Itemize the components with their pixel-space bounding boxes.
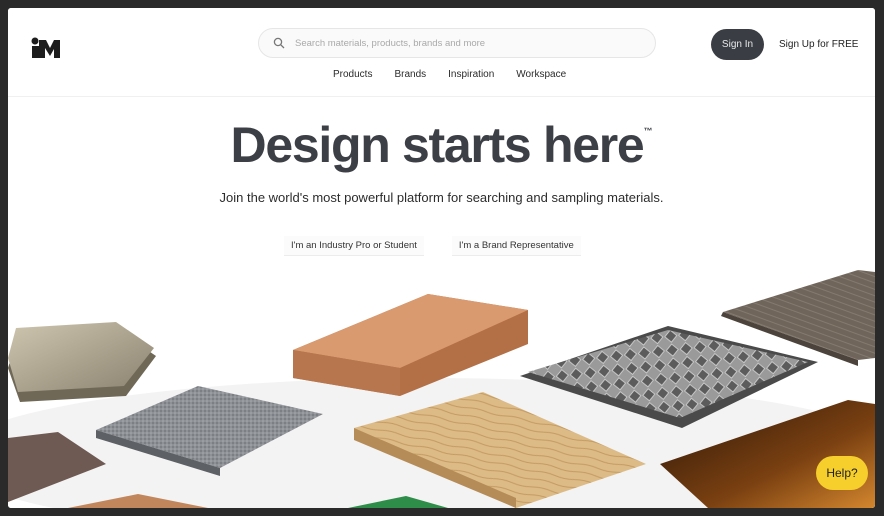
sign-in-button[interactable]: Sign In (711, 29, 764, 60)
nav-brands[interactable]: Brands (394, 69, 426, 80)
hero-subtitle: Join the world's most powerful platform … (219, 190, 664, 205)
sign-up-link[interactable]: Sign Up for FREE (779, 39, 858, 50)
brand-rep-button[interactable]: I'm a Brand Representative (451, 236, 581, 256)
main-nav: Products Brands Inspiration Workspace (333, 69, 566, 80)
brand-logo[interactable] (30, 34, 62, 60)
industry-pro-button[interactable]: I'm an Industry Pro or Student (284, 236, 424, 256)
search-icon (273, 37, 285, 49)
nav-inspiration[interactable]: Inspiration (448, 69, 494, 80)
nav-products[interactable]: Products (333, 69, 372, 80)
search-bar[interactable] (258, 28, 656, 58)
audience-selector: I'm an Industry Pro or Student I'm a Bra… (284, 236, 581, 256)
site-header: Products Brands Inspiration Workspace Si… (8, 8, 875, 97)
search-input[interactable] (293, 36, 637, 50)
trademark-symbol: ™ (643, 126, 653, 136)
help-button[interactable]: Help? (816, 456, 868, 490)
browser-viewport: Products Brands Inspiration Workspace Si… (8, 8, 875, 508)
hero-title-text: Design starts here (230, 117, 645, 173)
hero-title: Design starts here™ (8, 116, 875, 174)
nav-workspace[interactable]: Workspace (516, 69, 566, 80)
material-samples-image (8, 258, 875, 508)
